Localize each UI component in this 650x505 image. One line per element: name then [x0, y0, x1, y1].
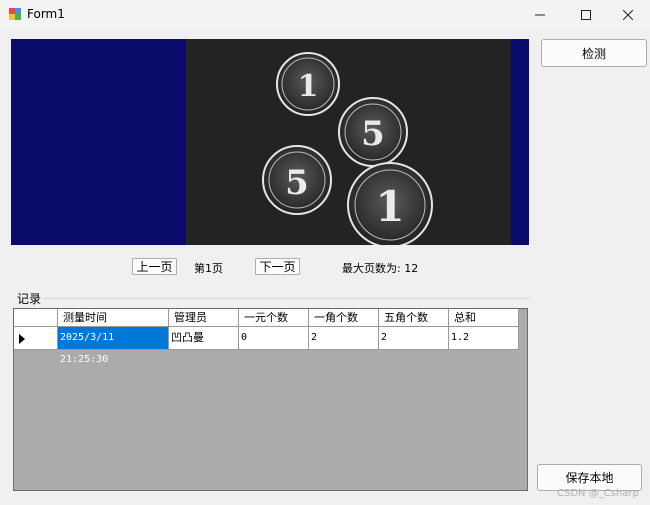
cell-admin[interactable]: 凹凸曼 — [169, 327, 239, 350]
svg-text:5: 5 — [285, 163, 309, 203]
coin-five-jiao-left: 5 — [262, 145, 332, 215]
column-header[interactable]: 一角个数 — [309, 309, 379, 327]
column-header[interactable]: 总和 — [449, 309, 519, 327]
column-header[interactable]: 五角个数 — [379, 309, 449, 327]
current-row-arrow-icon — [19, 334, 25, 344]
current-page-label: 第1页 — [194, 262, 223, 275]
coins-image: 1 5 5 1 — [262, 52, 433, 245]
save-local-button[interactable]: 保存本地 — [537, 464, 642, 491]
coins-photo: 1 5 5 1 — [186, 39, 511, 245]
coin-one-yuan-top: 1 — [276, 52, 340, 116]
column-header[interactable]: 管理员 — [169, 309, 239, 327]
coin-five-jiao-right: 5 — [338, 97, 408, 167]
svg-text:1: 1 — [375, 182, 404, 231]
cell-total[interactable]: 1.2 — [449, 327, 519, 350]
cell-time[interactable]: 2025/3/11 21:25:30 — [58, 327, 169, 365]
row-header[interactable] — [14, 327, 58, 350]
coin-one-yuan-bottom: 1 — [347, 162, 433, 245]
next-page-button[interactable]: 下一页 — [255, 258, 300, 275]
cell-one-yuan[interactable]: 0 — [239, 327, 309, 350]
close-icon — [623, 10, 633, 20]
group-divider — [43, 298, 530, 299]
svg-text:5: 5 — [361, 114, 385, 154]
column-header[interactable]: 测量时间 — [58, 309, 169, 327]
watermark: CSDN @_Csharp — [557, 488, 639, 499]
maximize-button[interactable] — [564, 0, 608, 30]
prev-page-button[interactable]: 上一页 — [132, 258, 177, 275]
cell-one-jiao[interactable]: 2 — [309, 327, 379, 350]
close-button[interactable] — [606, 0, 650, 30]
max-page-label: 最大页数为: 12 — [342, 262, 419, 275]
records-group-title: 记录 — [17, 292, 42, 306]
column-header[interactable]: 一元个数 — [239, 309, 309, 327]
records-grid[interactable]: 测量时间 管理员 一元个数 一角个数 五角个数 总和 2025/3/11 21:… — [13, 308, 528, 491]
title-bar: Form1 — [0, 0, 650, 30]
svg-text:1: 1 — [298, 69, 319, 104]
window-title: Form1 — [27, 7, 65, 21]
corner-header — [14, 309, 58, 327]
minimize-button[interactable] — [518, 0, 562, 30]
detect-button[interactable]: 检测 — [541, 39, 647, 67]
minimize-icon — [535, 14, 545, 16]
image-preview: 1 5 5 1 — [11, 39, 529, 245]
cell-five-jiao[interactable]: 2 — [379, 327, 449, 350]
app-icon — [9, 8, 21, 20]
maximize-icon — [581, 10, 591, 20]
